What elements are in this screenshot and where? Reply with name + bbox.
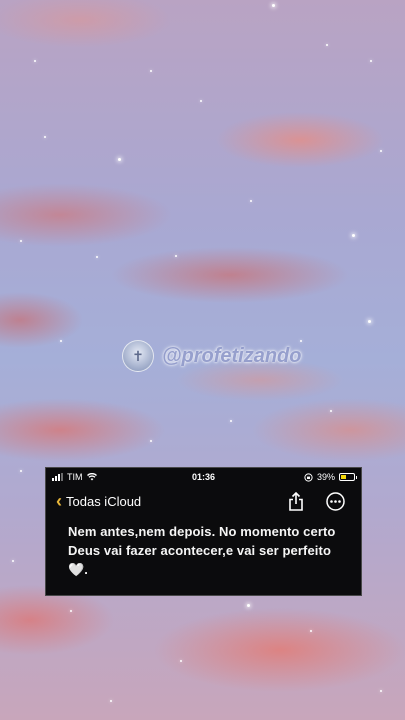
star xyxy=(380,690,382,692)
star xyxy=(380,150,382,152)
note-screenshot: TIM 01:36 39% ‹ Todas iCloud Nem antes,n… xyxy=(45,467,362,596)
orientation-lock-icon xyxy=(304,472,313,482)
star xyxy=(370,60,372,62)
star xyxy=(247,604,250,607)
watermark-avatar: ✝ xyxy=(122,340,154,372)
more-options-button[interactable] xyxy=(326,491,345,511)
note-body-text[interactable]: Nem antes,nem depois. No momento certo D… xyxy=(46,516,361,579)
star xyxy=(70,610,72,612)
star xyxy=(250,200,252,202)
star xyxy=(44,136,46,138)
back-label: Todas iCloud xyxy=(66,493,142,509)
star xyxy=(326,44,328,46)
watermark-handle: @profetizando xyxy=(162,344,302,367)
status-right: 39% xyxy=(304,472,357,482)
star xyxy=(96,256,98,258)
battery-icon xyxy=(339,473,357,481)
status-bar: TIM 01:36 39% xyxy=(46,468,361,486)
chevron-left-icon: ‹ xyxy=(56,491,62,511)
nav-bar: ‹ Todas iCloud xyxy=(46,486,361,516)
star xyxy=(180,660,182,662)
star xyxy=(200,100,202,102)
watermark: ✝ @profetizando xyxy=(122,340,302,372)
star xyxy=(330,410,332,412)
star xyxy=(150,440,152,442)
star xyxy=(34,60,36,62)
star xyxy=(20,470,22,472)
back-button[interactable]: ‹ Todas iCloud xyxy=(56,492,141,510)
star xyxy=(12,560,14,562)
star xyxy=(150,70,152,72)
share-icon xyxy=(289,491,303,511)
battery-fill xyxy=(341,475,346,479)
star xyxy=(118,158,121,161)
star xyxy=(20,240,22,242)
star xyxy=(175,255,177,257)
star xyxy=(272,4,275,7)
share-button[interactable] xyxy=(288,491,304,511)
nav-actions xyxy=(288,491,345,511)
more-options-icon xyxy=(326,491,345,511)
star xyxy=(60,340,62,342)
star xyxy=(368,320,371,323)
star xyxy=(310,630,312,632)
star xyxy=(352,234,355,237)
battery-percent: 39% xyxy=(316,472,335,482)
star xyxy=(110,700,112,702)
star xyxy=(230,420,232,422)
